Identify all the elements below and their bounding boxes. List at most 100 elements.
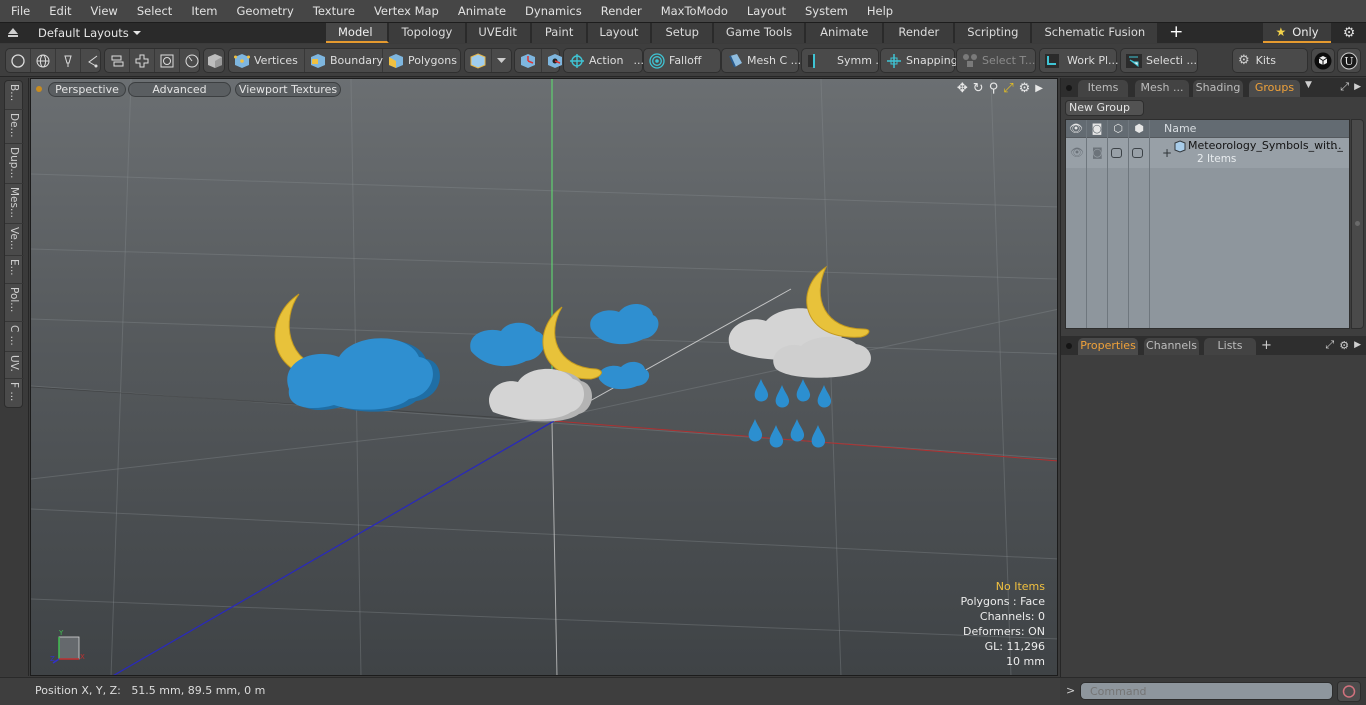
curve-button[interactable] xyxy=(81,49,105,72)
expand-group-button[interactable]: + xyxy=(1162,146,1172,160)
new-group-button[interactable]: New Group xyxy=(1065,100,1144,116)
move-view-icon[interactable]: ✥ xyxy=(957,81,968,96)
left-tab-curve[interactable]: C ... xyxy=(5,322,24,352)
gear-icon[interactable]: ⚙ xyxy=(1339,23,1359,43)
tab-topology[interactable]: Topology xyxy=(388,23,468,43)
perspective-button[interactable]: Perspective xyxy=(48,82,126,97)
left-tab-polygon[interactable]: Pol... xyxy=(5,284,24,322)
left-tab-deform[interactable]: De... xyxy=(5,110,24,144)
menu-maxtomodo[interactable]: MaxToModo xyxy=(651,0,737,22)
tab-animate[interactable]: Animate xyxy=(806,23,885,43)
menu-select[interactable]: Select xyxy=(127,0,181,22)
action-center-button[interactable]: Action... xyxy=(564,49,644,72)
menu-animate[interactable]: Animate xyxy=(448,0,515,22)
menu-system[interactable]: System xyxy=(795,0,857,22)
layout-selector[interactable]: Default Layouts xyxy=(6,23,142,43)
vertices-button[interactable]: Vertices xyxy=(229,49,305,72)
item-mode-button[interactable] xyxy=(204,49,226,72)
left-tab-uv[interactable]: UV. xyxy=(5,352,24,379)
material-button[interactable] xyxy=(465,49,492,72)
name-column-header[interactable]: Name xyxy=(1164,122,1196,135)
tab-channels[interactable]: Channels xyxy=(1144,338,1199,355)
menu-edit[interactable]: Edit xyxy=(39,0,80,22)
tab-setup[interactable]: Setup xyxy=(652,23,714,43)
panel-menu-dot[interactable] xyxy=(1066,85,1072,91)
tab-schematic-fusion[interactable]: Schematic Fusion xyxy=(1032,23,1160,43)
advanced-button[interactable]: Advanced xyxy=(128,82,231,97)
globe-button[interactable] xyxy=(31,49,56,72)
menu-layout[interactable]: Layout xyxy=(737,0,795,22)
work-plane-button[interactable]: Work Pl... xyxy=(1040,49,1124,72)
panel-settings-icon[interactable]: ⚙ xyxy=(1339,339,1349,352)
material-dropdown[interactable] xyxy=(492,49,511,72)
symmetry-button[interactable]: Symm ... xyxy=(802,49,891,72)
tab-items[interactable]: Items xyxy=(1078,80,1128,97)
scroll-handle[interactable] xyxy=(1355,221,1360,226)
world-transform-button[interactable] xyxy=(515,49,542,72)
add-panel-tab-button[interactable]: + xyxy=(1261,338,1272,353)
tab-render[interactable]: Render xyxy=(884,23,956,43)
tab-scripting[interactable]: Scripting xyxy=(955,23,1033,43)
viewport-settings-icon[interactable]: ⚙ xyxy=(1019,81,1031,96)
add-tab-button[interactable]: + xyxy=(1159,23,1193,43)
left-tab-basic[interactable]: B... xyxy=(5,81,24,110)
mesh-constraint-button[interactable]: Mesh C ... xyxy=(722,49,806,72)
groups-scrollbar[interactable] xyxy=(1351,119,1364,329)
only-button[interactable]: ★ Only xyxy=(1263,23,1331,43)
left-tab-vertex[interactable]: Ve... xyxy=(5,224,24,256)
tab-mesh[interactable]: Mesh ... xyxy=(1135,80,1189,97)
kits-button[interactable]: ⚙ Kits xyxy=(1233,49,1281,72)
tab-model[interactable]: Model xyxy=(326,23,389,43)
menu-item[interactable]: Item xyxy=(181,0,226,22)
tab-paint[interactable]: Paint xyxy=(531,23,589,43)
menu-texture[interactable]: Texture xyxy=(303,0,364,22)
modo-kit-button[interactable] xyxy=(1311,48,1335,73)
viewport-menu-dot[interactable] xyxy=(36,86,42,92)
panel-arrow-icon[interactable]: ▶ xyxy=(1354,340,1361,350)
tab-lists[interactable]: Lists xyxy=(1204,338,1256,355)
polygons-button[interactable]: Polygons xyxy=(383,49,460,72)
menu-render[interactable]: Render xyxy=(591,0,651,22)
menu-geometry[interactable]: Geometry xyxy=(227,0,303,22)
tab-groups[interactable]: Groups xyxy=(1249,80,1300,97)
tab-uvedit[interactable]: UVEdit xyxy=(467,23,532,43)
command-record-button[interactable] xyxy=(1337,681,1361,702)
circle-select-button[interactable] xyxy=(6,49,31,72)
viewport-textures-button[interactable]: Viewport Textures xyxy=(235,82,341,97)
maximize-view-icon[interactable]: ⤢ xyxy=(1003,81,1013,96)
tab-properties[interactable]: Properties xyxy=(1078,338,1138,355)
boundary-button[interactable]: Boundary xyxy=(305,49,383,72)
left-tab-edge[interactable]: E... xyxy=(5,256,24,284)
cross-button[interactable] xyxy=(130,49,155,72)
command-input[interactable] xyxy=(1080,682,1333,700)
menu-help[interactable]: Help xyxy=(857,0,902,22)
left-tab-duplicate[interactable]: Dup... xyxy=(5,144,24,184)
left-tab-fusion[interactable]: F ... xyxy=(5,379,24,408)
left-tab-mesh-edit[interactable]: Mes... xyxy=(5,184,24,224)
selection-sets-button[interactable]: Selecti ... xyxy=(1121,49,1202,72)
expand-panel-icon[interactable]: ⤢ xyxy=(1340,80,1349,94)
pen-button[interactable] xyxy=(56,49,81,72)
unreal-kit-button[interactable]: U xyxy=(1337,48,1361,73)
3d-viewport[interactable]: Y X Z Perspective Advanced Viewport Text… xyxy=(30,78,1058,676)
zoom-view-icon[interactable]: ⚲ xyxy=(989,81,999,96)
tab-game-tools[interactable]: Game Tools xyxy=(713,23,807,43)
collapse-up-icon[interactable] xyxy=(6,27,20,39)
menu-file[interactable]: File xyxy=(0,0,39,22)
tab-shading[interactable]: Shading xyxy=(1193,80,1243,97)
tab-dropdown-icon[interactable]: ▼ xyxy=(1305,80,1312,90)
align-button[interactable] xyxy=(105,49,130,72)
snapping-button[interactable]: Snapping xyxy=(881,49,963,72)
tab-layout[interactable]: Layout xyxy=(588,23,653,43)
viewport-expand-arrow-icon[interactable]: ▶ xyxy=(1035,83,1043,94)
viewport-scene[interactable]: Y X Z xyxy=(31,79,1058,676)
dial-button[interactable] xyxy=(180,49,204,72)
panel-menu-dot[interactable] xyxy=(1066,343,1072,349)
panel-arrow-icon[interactable]: ▶ xyxy=(1354,82,1361,92)
menu-vertex-map[interactable]: Vertex Map xyxy=(364,0,448,22)
expand-panel-icon[interactable]: ⤢ xyxy=(1325,338,1334,352)
menu-dynamics[interactable]: Dynamics xyxy=(515,0,591,22)
target-button[interactable] xyxy=(155,49,180,72)
falloff-button[interactable]: Falloff xyxy=(644,49,706,72)
select-through-button[interactable]: Select T... xyxy=(957,49,1040,72)
